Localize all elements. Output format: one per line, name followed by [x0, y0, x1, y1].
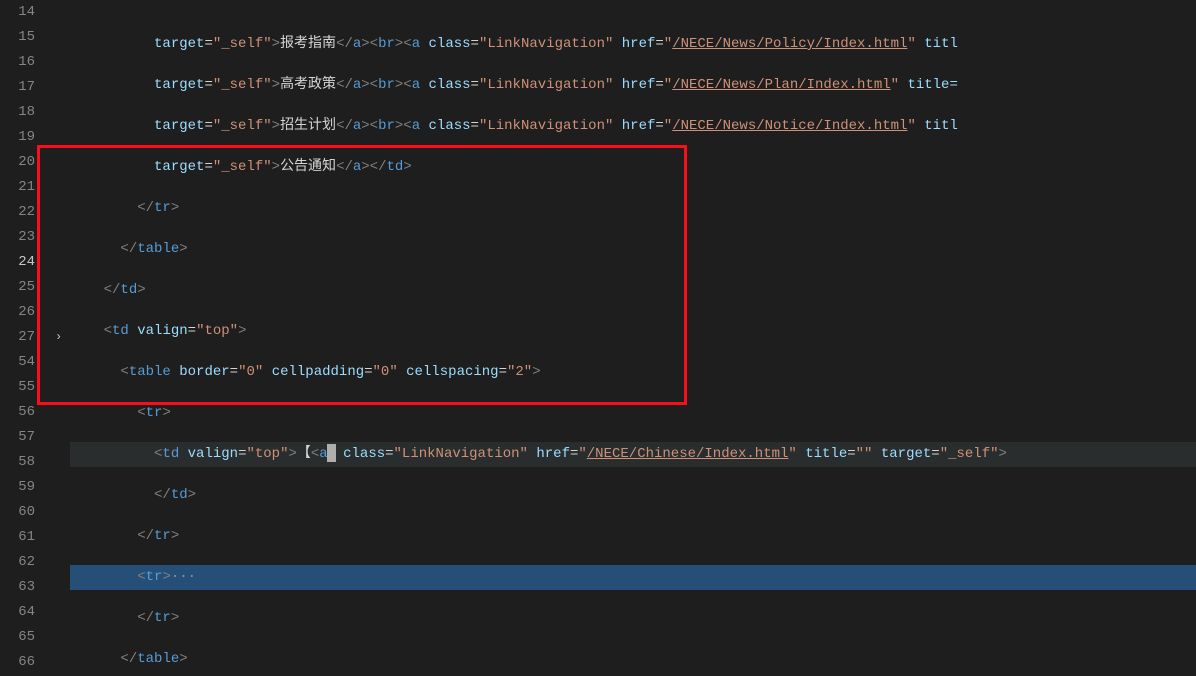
code-line-folded[interactable]: <tr>··· [70, 565, 1196, 590]
line-number: 65 [0, 625, 55, 650]
code-line[interactable]: </td> [70, 278, 1196, 303]
line-number: 63 [0, 575, 55, 600]
line-number: 21 [0, 175, 55, 200]
code-line[interactable]: target="_self">公告通知</a></td> [70, 155, 1196, 180]
line-number: 19 [0, 125, 55, 150]
line-number: 57 [0, 425, 55, 450]
code-line-current[interactable]: <td valign="top">【<a class="LinkNavigati… [70, 442, 1196, 467]
code-line[interactable]: target="_self">高考政策</a><br><a class="Lin… [70, 73, 1196, 98]
line-number: 64 [0, 600, 55, 625]
line-number: 66 [0, 650, 55, 675]
line-number: 59 [0, 475, 55, 500]
code-line[interactable]: </tr> [70, 196, 1196, 221]
line-number: 14 [0, 0, 55, 25]
line-number: 18 [0, 100, 55, 125]
code-line[interactable]: </tr> [70, 606, 1196, 631]
line-number: 62 [0, 550, 55, 575]
code-line[interactable]: </td> [70, 483, 1196, 508]
line-number: 56 [0, 400, 55, 425]
line-number: 58 [0, 450, 55, 475]
line-number-gutter: 14 15 16 17 18 19 20 21 22 23 24 25 26 2… [0, 0, 55, 676]
line-number-current: 24 [0, 250, 55, 275]
code-editor[interactable]: 14 15 16 17 18 19 20 21 22 23 24 25 26 2… [0, 0, 1196, 676]
line-number: 26 [0, 300, 55, 325]
code-line[interactable]: </table> [70, 647, 1196, 672]
line-number: 17 [0, 75, 55, 100]
line-number: 55 [0, 375, 55, 400]
line-number: 20 [0, 150, 55, 175]
line-number: 60 [0, 500, 55, 525]
code-line[interactable]: target="_self">报考指南</a><br><a class="Lin… [70, 32, 1196, 57]
line-number: 25 [0, 275, 55, 300]
code-line[interactable]: </tr> [70, 524, 1196, 549]
line-number: 27 [0, 325, 55, 350]
line-number: 22 [0, 200, 55, 225]
fold-column: › [55, 0, 70, 676]
code-area[interactable]: target="_self">报考指南</a><br><a class="Lin… [70, 0, 1196, 676]
line-number: 61 [0, 525, 55, 550]
code-line[interactable]: </table> [70, 237, 1196, 262]
code-line[interactable]: <td valign="top"> [70, 319, 1196, 344]
line-number: 15 [0, 25, 55, 50]
folded-ellipsis[interactable]: ··· [171, 569, 196, 585]
line-number: 23 [0, 225, 55, 250]
fold-chevron-icon[interactable]: › [55, 325, 70, 350]
line-number: 16 [0, 50, 55, 75]
code-line[interactable]: <tr> [70, 401, 1196, 426]
line-number: 54 [0, 350, 55, 375]
code-line[interactable]: target="_self">招生计划</a><br><a class="Lin… [70, 114, 1196, 139]
code-line[interactable]: <table border="0" cellpadding="0" cellsp… [70, 360, 1196, 385]
